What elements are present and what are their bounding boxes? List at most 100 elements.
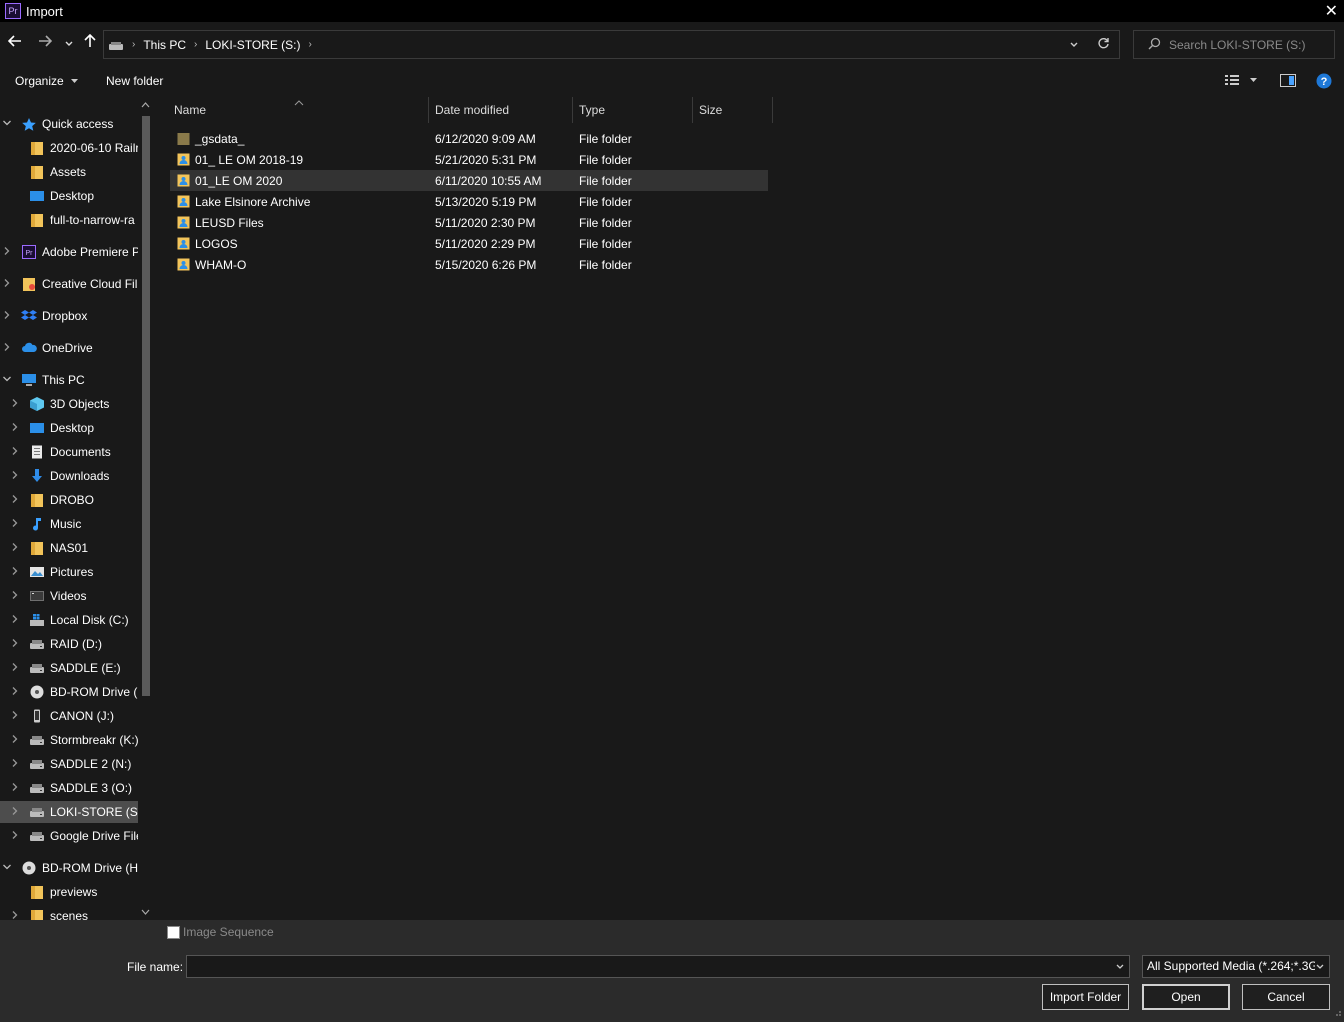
breadcrumb-this-pc[interactable]: This PC [143,38,186,52]
new-folder-button[interactable]: New folder [106,74,163,88]
help-icon[interactable]: ? [1316,73,1332,92]
file-type-filter-select[interactable]: All Supported Media (*.264;*.3G [1142,955,1330,978]
sidebar-item-bd-rom-h[interactable]: BD-ROM Drive (H [0,857,138,879]
up-arrow-icon[interactable] [83,33,97,53]
chevron-right-icon[interactable] [9,662,21,675]
sidebar-scrollbar-thumb[interactable] [142,116,150,696]
chevron-right-icon[interactable] [9,470,21,483]
address-bar[interactable]: › This PC › LOKI-STORE (S:) › [103,30,1120,59]
chevron-down-icon[interactable] [1,374,13,387]
search-box[interactable]: Search LOKI-STORE (S:) [1133,30,1335,59]
sidebar-item-saddle3-o[interactable]: SADDLE 3 (O:) [0,777,138,799]
sidebar-item-quick-folder-assets[interactable]: Assets [0,161,138,183]
chevron-right-icon[interactable] [9,614,21,627]
sidebar-item-onedrive[interactable]: OneDrive [0,337,138,359]
chevron-down-icon[interactable] [1,862,13,875]
chevron-down-icon[interactable] [1,118,13,131]
column-header-size[interactable]: Size [693,97,773,123]
chevron-right-icon[interactable] [9,446,21,459]
sidebar-item-quick-access[interactable]: Quick access [0,113,138,135]
sidebar-item-local-disk-c[interactable]: Local Disk (C:) [0,609,138,631]
forward-arrow-icon[interactable] [38,34,53,53]
sidebar-item-quick-desktop[interactable]: Desktop [0,185,138,207]
sidebar-item-saddle-e[interactable]: SADDLE (E:) [0,657,138,679]
sidebar-item-label: 2020-06-10 Railr [50,141,138,155]
chevron-right-icon[interactable] [9,910,21,921]
chevron-right-icon[interactable] [9,758,21,771]
close-icon[interactable]: ✕ [1325,1,1338,21]
chevron-right-icon[interactable] [9,590,21,603]
sidebar-item-label: Google Drive File [50,829,138,843]
sidebar-item-previews[interactable]: previews [0,881,138,903]
image-sequence-checkbox[interactable] [167,926,180,939]
chevron-right-icon[interactable] [1,278,13,291]
sidebar-item-this-pc[interactable]: This PC [0,369,138,391]
sidebar-item-3d-objects[interactable]: 3D Objects [0,393,138,415]
sidebar-item-saddle2-n[interactable]: SADDLE 2 (N:) [0,753,138,775]
chevron-right-icon[interactable] [9,806,21,819]
chevron-right-icon[interactable] [9,542,21,555]
view-options-icon[interactable] [1224,73,1258,90]
open-button[interactable]: Open [1142,984,1230,1010]
back-arrow-icon[interactable] [7,34,22,53]
organize-button[interactable]: Organize [15,74,79,88]
file-row[interactable]: 01_ LE OM 2018-19 5/21/2020 5:31 PM File f… [170,149,768,170]
column-header-name[interactable]: Name [168,97,429,123]
chevron-right-icon[interactable] [9,566,21,579]
sidebar-item-music[interactable]: Music [0,513,138,535]
chevron-right-icon[interactable] [9,398,21,411]
file-row[interactable]: LEUSD Files 5/11/2020 2:30 PM File folder [170,212,768,233]
column-header-date-modified[interactable]: Date modified [429,97,573,123]
address-history-chevron-icon[interactable] [1069,39,1079,53]
sidebar-item-nas01[interactable]: NAS01 [0,537,138,559]
file-row[interactable]: Lake Elsinore Archive 5/13/2020 5:19 PM Fi… [170,191,768,212]
sidebar-item-documents[interactable]: Documents [0,441,138,463]
resize-grip-icon[interactable] [1332,1006,1342,1020]
chevron-right-icon[interactable] [9,494,21,507]
sidebar-item-downloads[interactable]: Downloads [0,465,138,487]
file-row[interactable]: WHAM-O 5/15/2020 6:26 PM File folder [170,254,768,275]
sidebar-item-adobe-premiere[interactable]: Pr Adobe Premiere P [0,241,138,263]
shared-folder-icon [177,174,190,187]
breadcrumb-loki-store[interactable]: LOKI-STORE (S:) [205,38,300,52]
recent-locations-chevron-icon[interactable] [64,36,74,54]
chevron-right-icon[interactable] [1,342,13,355]
sidebar-item-scenes[interactable]: scenes [0,905,138,920]
chevron-right-icon[interactable] [1,246,13,259]
column-header-type[interactable]: Type [573,97,693,123]
scroll-down-arrow-icon [141,909,150,915]
cancel-button[interactable]: Cancel [1242,984,1330,1010]
sidebar-item-pictures[interactable]: Pictures [0,561,138,583]
chevron-right-icon[interactable] [9,782,21,795]
file-name-input[interactable] [186,955,1130,978]
sidebar-item-raid-d[interactable]: RAID (D:) [0,633,138,655]
sidebar-item-desktop[interactable]: Desktop [0,417,138,439]
sidebar-item-stormbreakr-k[interactable]: Stormbreakr (K:) [0,729,138,751]
file-row[interactable]: LOGOS 5/11/2020 2:29 PM File folder [170,233,768,254]
sidebar-item-videos[interactable]: Videos [0,585,138,607]
chevron-right-icon[interactable] [9,686,21,699]
sidebar-item-bd-rom-i[interactable]: BD-ROM Drive (I [0,681,138,703]
sidebar-item-google-drive[interactable]: Google Drive File [0,825,138,847]
sidebar-item-canon-j[interactable]: CANON (J:) [0,705,138,727]
sidebar-item-creative-cloud[interactable]: Creative Cloud Fil [0,273,138,295]
chevron-right-icon[interactable] [9,638,21,651]
sidebar-item-quick-folder-full-to-narrow[interactable]: full-to-narrow-ra [0,209,138,231]
preview-pane-icon[interactable] [1280,74,1296,90]
refresh-icon[interactable] [1097,37,1110,53]
chevron-right-icon[interactable] [9,518,21,531]
file-row[interactable]: 01_LE OM 2020 6/11/2020 10:55 AM File fold… [170,170,768,191]
sidebar-item-loki-store-s[interactable]: LOKI-STORE (S:) [0,801,138,823]
chevron-right-icon[interactable] [9,830,21,843]
chevron-right-icon[interactable] [9,422,21,435]
sidebar-item-quick-folder-railroad[interactable]: 2020-06-10 Railr [0,137,138,159]
drive-icon [108,40,124,50]
chevron-right-icon[interactable] [1,310,13,323]
file-name-cell: 01_LE OM 2020 [195,174,283,188]
import-folder-button[interactable]: Import Folder [1042,984,1129,1010]
chevron-right-icon[interactable] [9,710,21,723]
file-row[interactable]: _gsdata_ 6/12/2020 9:09 AM File folder [170,128,768,149]
chevron-right-icon[interactable] [9,734,21,747]
sidebar-item-drobo[interactable]: DROBO [0,489,138,511]
sidebar-item-dropbox[interactable]: Dropbox [0,305,138,327]
